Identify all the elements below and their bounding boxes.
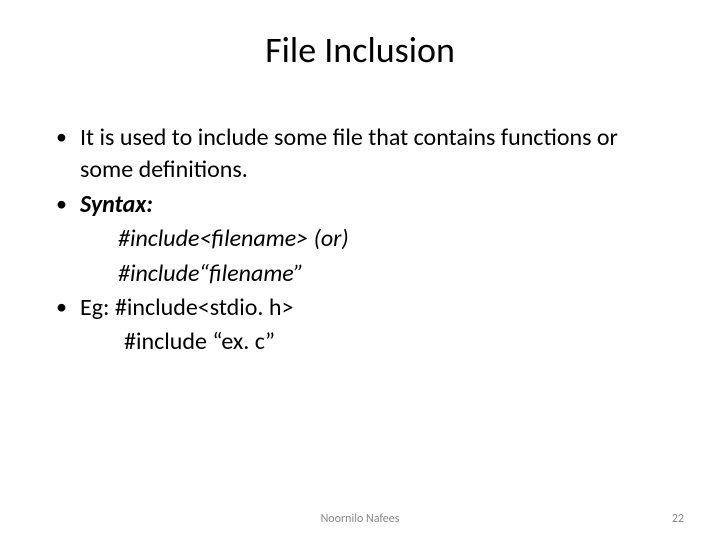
footer-author: Noornilo Nafees [0, 512, 720, 526]
example-code-2: #include “ex. c” [50, 326, 670, 358]
syntax-line-2: #include“filename” [50, 258, 670, 290]
bullet-syntax: Syntax: [50, 189, 670, 221]
slide-content: It is used to include some file that con… [50, 122, 670, 359]
slide: File Inclusion It is used to include som… [0, 0, 720, 540]
syntax-label: Syntax: [80, 190, 153, 219]
slide-title: File Inclusion [50, 28, 670, 72]
example-prefix: Eg: [80, 293, 115, 322]
syntax-line-1: #include<filename> (or) [50, 223, 670, 255]
bullet-description: It is used to include some file that con… [50, 122, 670, 187]
page-number: 22 [672, 512, 684, 526]
example-code-1: #include<stdio. h> [115, 293, 294, 322]
bullet-example: Eg: #include<stdio. h> [50, 292, 670, 324]
